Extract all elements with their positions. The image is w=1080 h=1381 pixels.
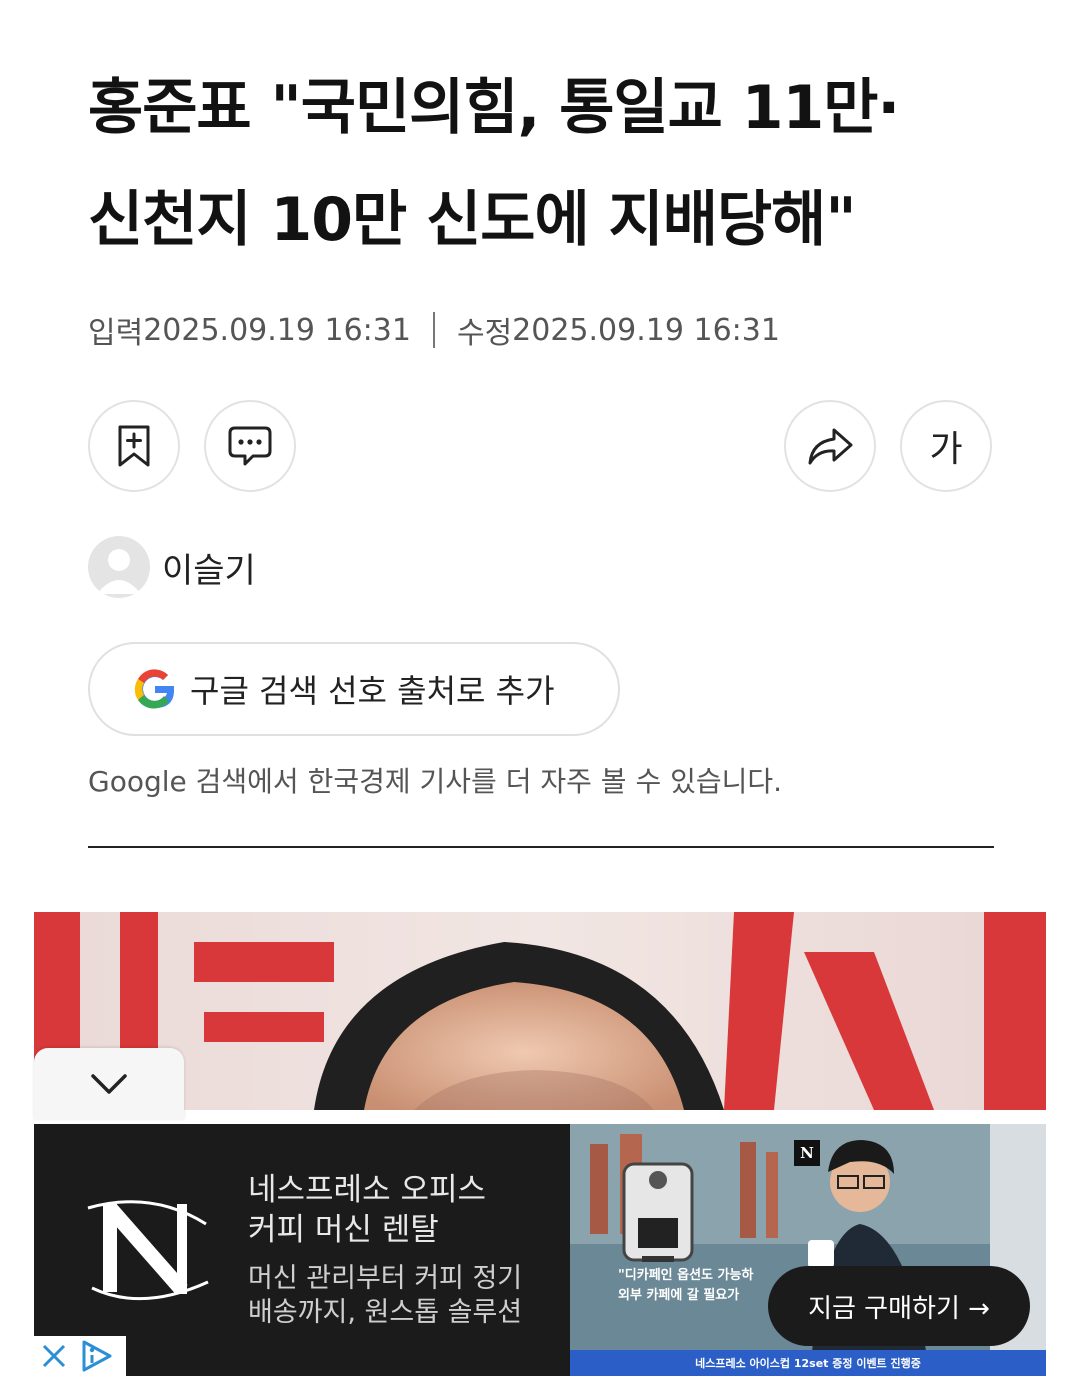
bookmark-button[interactable] — [88, 400, 180, 492]
ad-title-line-1: 네스프레소 오피스 — [248, 1172, 487, 1208]
google-preferred-source-button[interactable]: 구글 검색 선호 출처로 추가 — [88, 642, 620, 736]
ad-desc-line-2: 배송까지, 원스톱 솔루션 — [248, 1297, 523, 1328]
ad-desc-line-1: 머신 관리부터 커피 정기 — [248, 1263, 523, 1294]
font-size-button[interactable]: 가 — [900, 400, 992, 492]
input-date: 2025.09.19 16:31 — [143, 312, 411, 348]
ad-title: 네스프레소 오피스 커피 머신 렌탈 — [248, 1170, 578, 1250]
share-button[interactable] — [784, 400, 876, 492]
modified-date: 2025.09.19 16:31 — [512, 312, 780, 348]
ad-image[interactable]: N "디카페인 옵션도 가능하 외부 카페에 갈 필요가 네스프레소 아이스컵 … — [570, 1124, 1046, 1376]
google-preferred-source-label: 구글 검색 선호 출처로 추가 — [190, 672, 555, 710]
ad-quote: "디카페인 옵션도 가능하 외부 카페에 갈 필요가 — [618, 1266, 753, 1306]
ad-promo-strip: 네스프레소 아이스컵 12set 증정 이벤트 진행중 — [570, 1350, 1046, 1376]
modified-label: 수정 — [456, 316, 513, 351]
comment-icon — [228, 426, 272, 466]
ad-buy-now-button[interactable]: 지금 구매하기 → — [768, 1266, 1030, 1346]
comment-button[interactable] — [204, 400, 296, 492]
adchoices[interactable] — [34, 1336, 126, 1376]
bookmark-add-icon — [118, 425, 150, 467]
reporter-info[interactable]: 이슬기 — [88, 536, 256, 598]
headline-line-1: 홍준표 "국민의힘, 통일교 11만· — [88, 73, 900, 143]
ad-banner[interactable]: 네스프레소 오피스 커피 머신 렌탈 머신 관리부터 커피 정기 배송까지, 원… — [34, 1124, 1046, 1376]
close-icon[interactable] — [34, 1336, 74, 1376]
chevron-down-icon — [91, 1074, 127, 1094]
share-icon — [808, 428, 853, 465]
google-preferred-source-note: Google 검색에서 한국경제 기사를 더 자주 볼 수 있습니다. — [88, 765, 783, 798]
ad-title-line-2: 커피 머신 렌탈 — [248, 1212, 439, 1248]
ad-brand-badge: N — [794, 1140, 820, 1166]
ad-quote-line-2: 외부 카페에 갈 필요가 — [618, 1288, 740, 1303]
reporter-name: 이슬기 — [162, 550, 256, 591]
nespresso-logo — [82, 1194, 212, 1308]
section-divider — [88, 846, 994, 848]
article-photo[interactable] — [34, 912, 1046, 1110]
ad-collapse-tab[interactable] — [34, 1048, 184, 1120]
article-headline: 홍준표 "국민의힘, 통일교 11만· 신천지 10만 신도에 지배당해" — [88, 52, 1008, 276]
ad-description: 머신 관리부터 커피 정기 배송까지, 원스톱 솔루션 — [248, 1262, 578, 1330]
user-avatar-icon — [88, 536, 150, 598]
input-label: 입력 — [88, 316, 144, 351]
article-dates: 입력 2025.09.19 16:31 수정 2025.09.19 16:31 — [88, 308, 780, 352]
date-separator — [432, 312, 435, 348]
headline-line-2: 신천지 10만 신도에 지배당해" — [88, 185, 857, 255]
ad-quote-line-1: "디카페인 옵션도 가능하 — [618, 1268, 754, 1283]
adchoices-icon[interactable] — [74, 1336, 118, 1376]
google-g-icon — [134, 669, 174, 709]
